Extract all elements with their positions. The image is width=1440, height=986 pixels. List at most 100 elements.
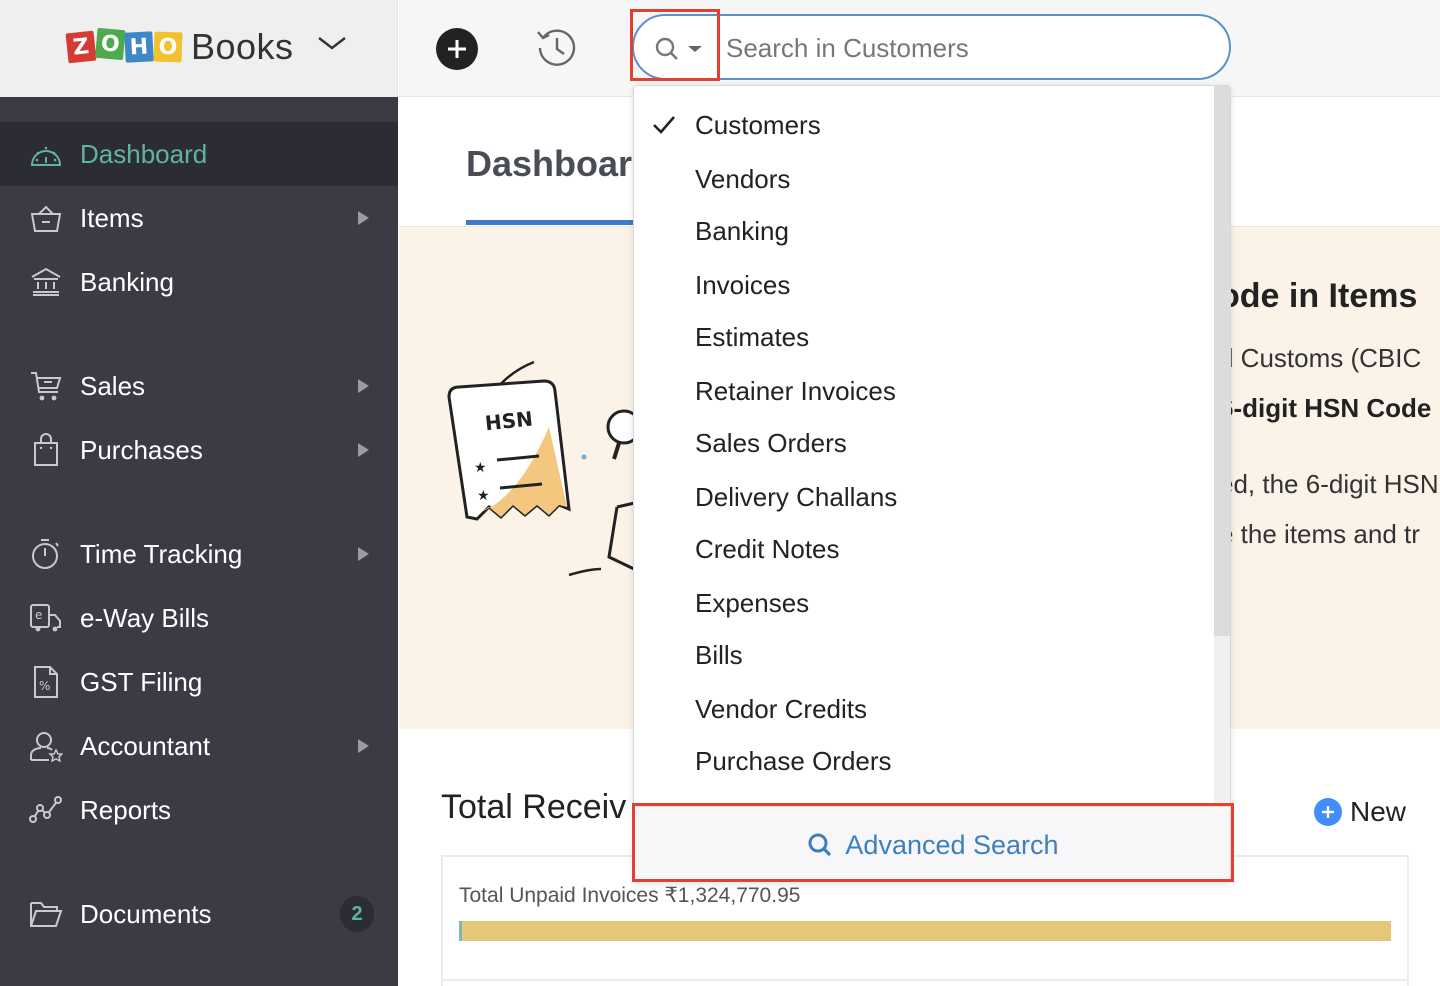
search-scope-option[interactable]: Delivery Challans bbox=[634, 471, 1212, 523]
recent-history-icon[interactable] bbox=[535, 26, 579, 70]
accountant-user-icon bbox=[29, 729, 63, 763]
sidebar-item-accountant[interactable]: Accountant bbox=[0, 714, 398, 778]
search-scope-option[interactable]: Banking bbox=[634, 205, 1212, 257]
search-scope-option[interactable]: Expenses bbox=[634, 577, 1212, 629]
sidebar-item-label: Purchases bbox=[80, 434, 203, 465]
svg-text:★: ★ bbox=[474, 459, 487, 475]
sidebar-item-dashboard[interactable]: Dashboard bbox=[0, 122, 398, 186]
banner-text-line: e the items and tr bbox=[1219, 519, 1420, 549]
submenu-arrow-icon bbox=[358, 443, 369, 457]
hsn-illustration: HSN ★ ★ bbox=[447, 360, 639, 577]
hsn-illustration-label: HSN bbox=[484, 407, 534, 436]
sidebar-item-label: Items bbox=[80, 202, 144, 233]
option-label: Retainer Invoices bbox=[695, 375, 896, 406]
submenu-arrow-icon bbox=[358, 547, 369, 561]
logo-cube-o: O bbox=[95, 27, 126, 61]
sidebar-item-label: Time Tracking bbox=[80, 538, 243, 569]
search-scope-option[interactable]: Estimates bbox=[634, 311, 1212, 363]
reports-graph-icon bbox=[29, 793, 63, 827]
sidebar-item-label: Sales bbox=[80, 370, 146, 401]
sidebar-item-label: Dashboard bbox=[80, 138, 208, 169]
option-label: Banking bbox=[695, 215, 789, 246]
search-scope-option[interactable]: Vendors bbox=[634, 153, 1212, 205]
sidebar-item-label: e-Way Bills bbox=[80, 602, 210, 633]
option-label: Customers bbox=[695, 109, 821, 140]
new-receivable-button[interactable]: New bbox=[1314, 796, 1406, 828]
shopping-bag-icon bbox=[29, 433, 63, 467]
divider bbox=[443, 979, 1409, 981]
search-scope-option[interactable]: Purchase Orders bbox=[634, 735, 1212, 787]
tab-dashboard[interactable]: Dashboard bbox=[466, 143, 654, 185]
sidebar-item-gst-filing[interactable]: % GST Filing bbox=[0, 650, 398, 714]
sidebar-item-banking[interactable]: Banking bbox=[0, 250, 398, 314]
brand-header: Z O H O Books bbox=[0, 0, 398, 97]
documents-count-badge: 2 bbox=[340, 896, 374, 932]
option-label: Vendor Credits bbox=[695, 693, 867, 724]
option-label: Estimates bbox=[695, 321, 810, 352]
option-label: Purchase Orders bbox=[695, 745, 892, 776]
svg-text:e: e bbox=[35, 608, 42, 622]
new-button-label: New bbox=[1350, 796, 1407, 827]
plus-circle-icon bbox=[1314, 798, 1342, 826]
svg-text:★: ★ bbox=[477, 487, 490, 503]
option-label: Credit Notes bbox=[695, 533, 840, 564]
search-scope-option[interactable]: Bills bbox=[634, 629, 1212, 681]
sidebar-item-label: GST Filing bbox=[80, 666, 203, 697]
sidebar-item-label: Reports bbox=[80, 794, 172, 825]
sidebar-item-documents[interactable]: Documents 2 bbox=[0, 882, 398, 946]
dashboard-gauge-icon bbox=[29, 137, 63, 171]
zoho-books-logo[interactable]: Z O H O Books bbox=[65, 26, 294, 68]
total-receivables-title: Total Receiv bbox=[441, 788, 627, 826]
basket-icon bbox=[29, 201, 63, 235]
search-scope-option[interactable]: Sales Orders bbox=[634, 417, 1212, 469]
submenu-arrow-icon bbox=[358, 211, 369, 225]
svg-text:%: % bbox=[39, 679, 50, 693]
sidebar: Z O H O Books Dashboard Items Banking Sa… bbox=[0, 0, 398, 986]
banner-text-line: d Customs (CBIC bbox=[1219, 343, 1422, 373]
folder-icon bbox=[29, 897, 63, 931]
global-search-box bbox=[632, 14, 1231, 80]
option-label: Vendors bbox=[695, 163, 791, 194]
search-scope-menu: Customers Vendors Banking Invoices Estimates… bbox=[633, 85, 1231, 882]
search-scope-option[interactable]: Vendor Credits bbox=[634, 683, 1212, 735]
option-label: Expenses bbox=[695, 587, 810, 618]
search-scope-option[interactable]: Retainer Invoices bbox=[634, 365, 1212, 417]
annotation-highlight-advanced-search bbox=[632, 803, 1234, 882]
search-scope-option[interactable]: Credit Notes bbox=[634, 523, 1212, 575]
search-input[interactable] bbox=[726, 30, 1206, 66]
sidebar-item-sales[interactable]: Sales bbox=[0, 354, 398, 418]
submenu-arrow-icon bbox=[358, 739, 369, 753]
option-label: Invoices bbox=[695, 269, 791, 300]
option-label: Bills bbox=[695, 639, 743, 670]
sidebar-item-items[interactable]: Items bbox=[0, 186, 398, 250]
unpaid-progress-bar bbox=[459, 921, 1391, 941]
banner-text-line: 6-digit HSN Code bbox=[1219, 393, 1432, 423]
total-unpaid-invoices: Total Unpaid Invoices ₹1,324,770.95 bbox=[459, 884, 801, 907]
eway-truck-icon: e bbox=[29, 601, 63, 635]
menu-scrollbar-thumb[interactable] bbox=[1214, 86, 1230, 636]
sidebar-item-reports[interactable]: Reports bbox=[0, 778, 398, 842]
quick-create-button[interactable] bbox=[436, 28, 478, 70]
search-scope-option[interactable]: Invoices bbox=[634, 259, 1212, 311]
option-label: Delivery Challans bbox=[695, 481, 898, 512]
sidebar-item-label: Documents bbox=[80, 898, 212, 929]
sidebar-item-time-tracking[interactable]: Time Tracking bbox=[0, 522, 398, 586]
stopwatch-icon bbox=[29, 537, 63, 571]
checkmark-icon bbox=[653, 116, 675, 134]
product-name: Books bbox=[191, 26, 294, 67]
annotation-highlight-search-scope bbox=[630, 9, 720, 81]
search-scope-option[interactable]: Customers bbox=[634, 99, 1212, 151]
logo-cube-h: H bbox=[124, 31, 154, 63]
logo-cube-z: Z bbox=[65, 30, 97, 64]
sidebar-item-label: Banking bbox=[80, 266, 174, 297]
logo-cube-o2: O bbox=[153, 31, 183, 63]
sidebar-item-eway-bills[interactable]: e e-Way Bills bbox=[0, 586, 398, 650]
banner-text-line: ed, the 6-digit HSN bbox=[1219, 469, 1439, 499]
banner-title: ode in Items bbox=[1219, 277, 1418, 315]
tax-document-icon: % bbox=[29, 665, 63, 699]
option-label: Sales Orders bbox=[695, 427, 847, 458]
sidebar-item-purchases[interactable]: Purchases bbox=[0, 418, 398, 482]
org-switcher-chevron-down-icon[interactable] bbox=[316, 32, 348, 54]
plus-icon bbox=[448, 40, 466, 58]
submenu-arrow-icon bbox=[358, 379, 369, 393]
